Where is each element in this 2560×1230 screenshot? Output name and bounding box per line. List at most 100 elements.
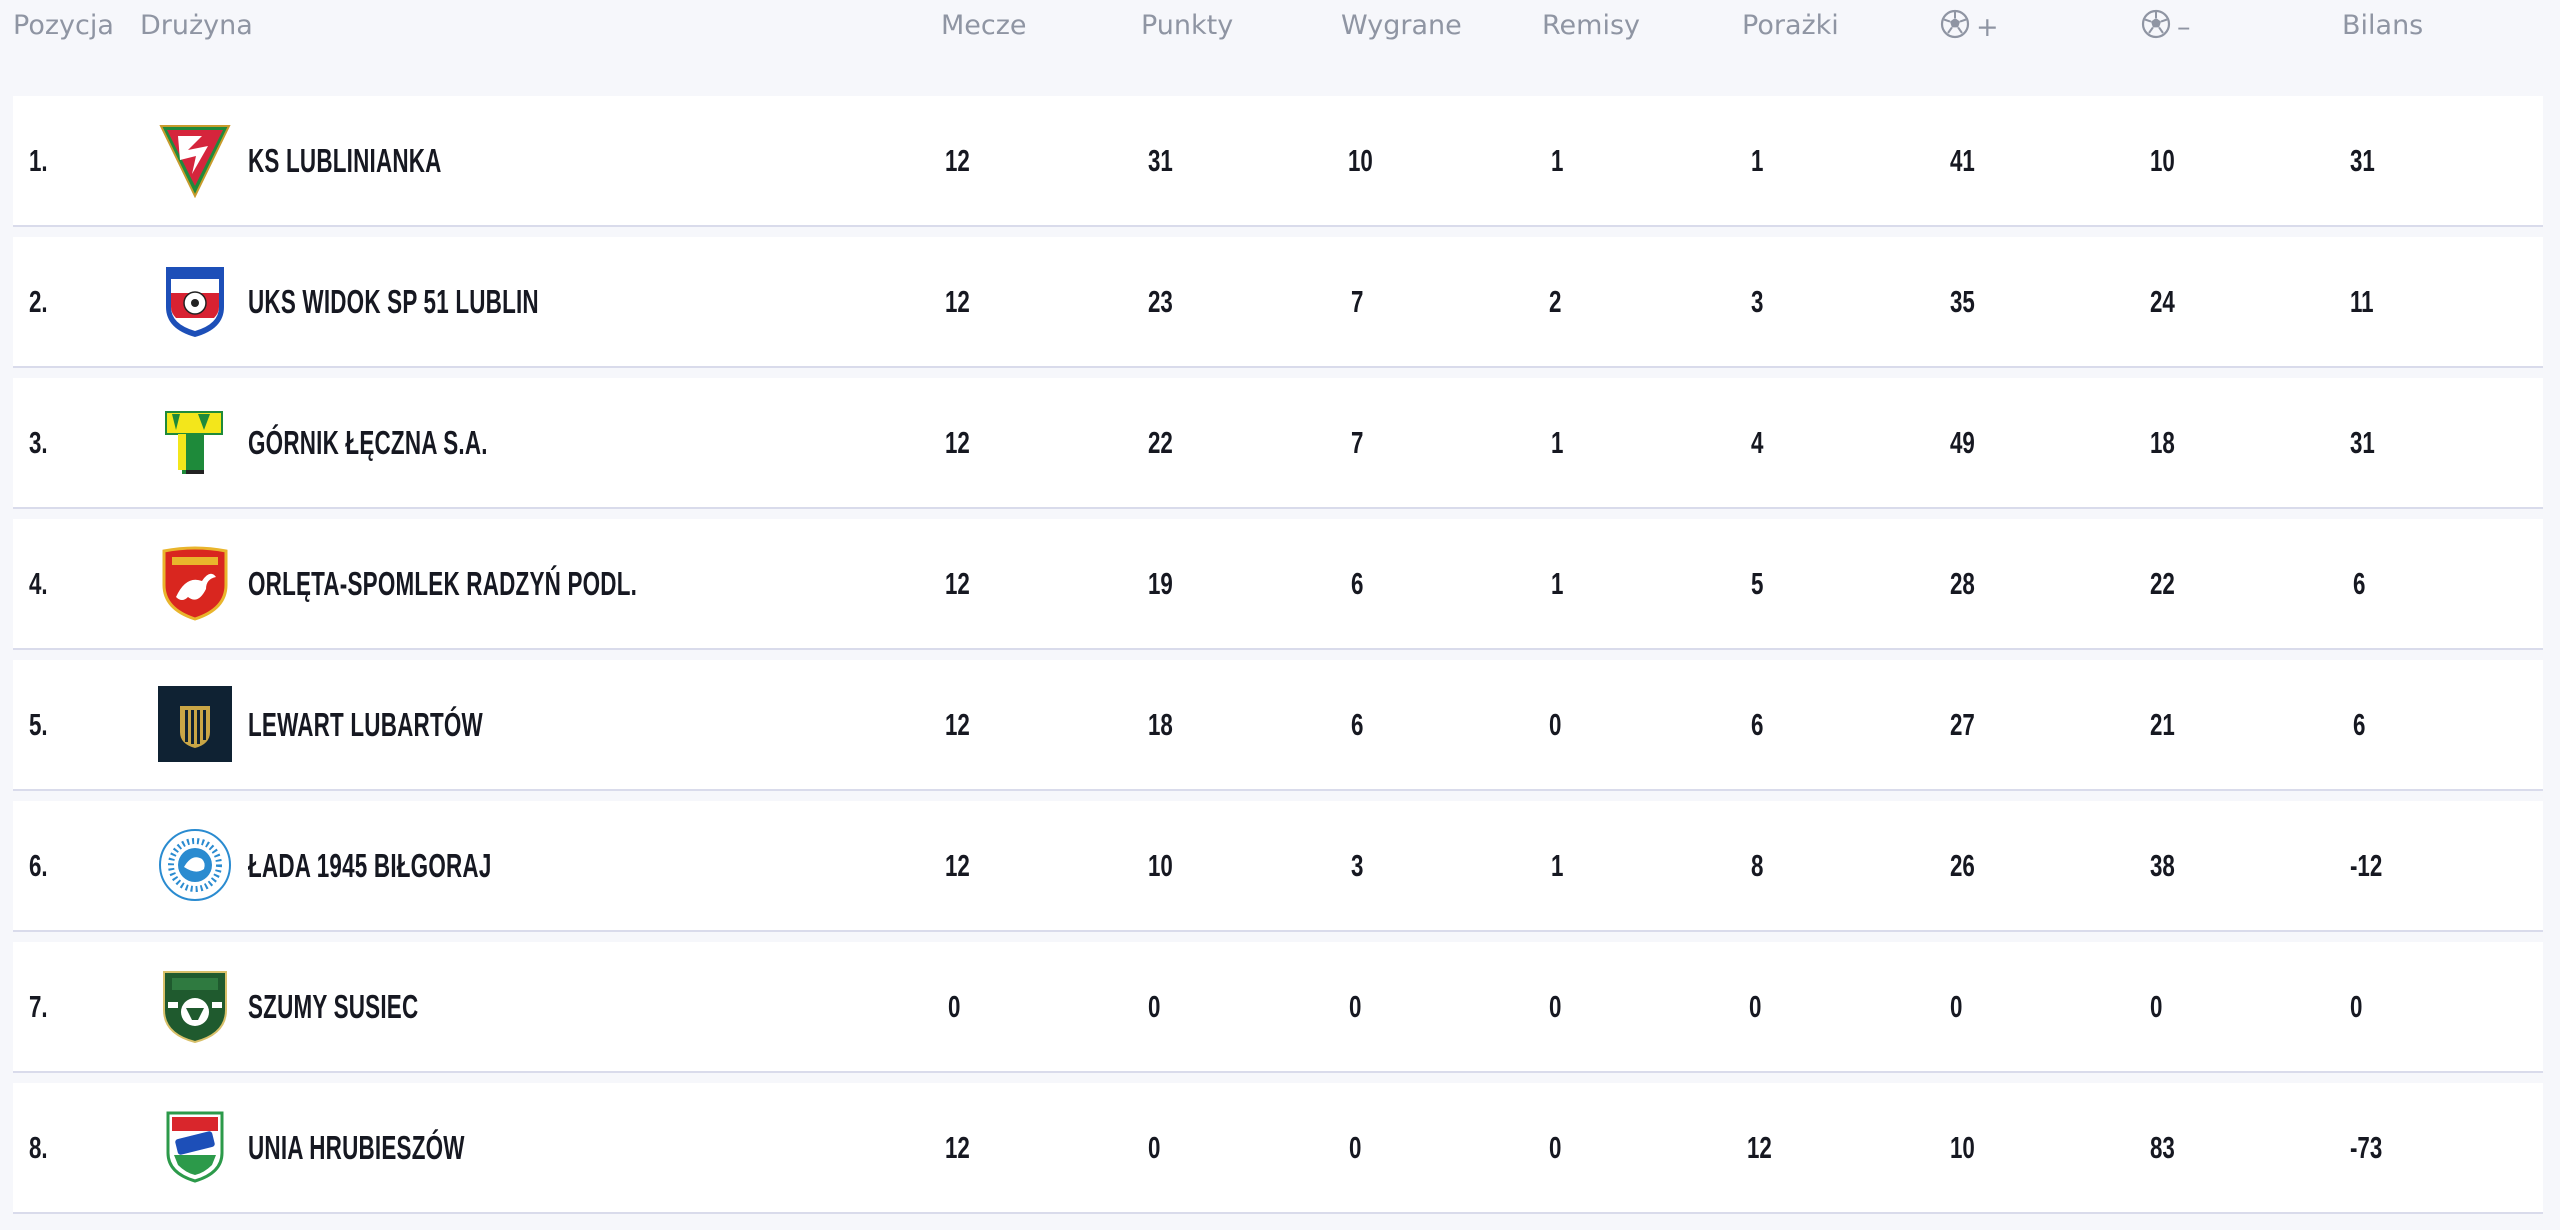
position-cell: 3. [29, 425, 48, 460]
points-cell: 0 [1148, 1130, 1161, 1165]
losses-cell: 6 [1751, 707, 1764, 742]
position-cell: 2. [29, 284, 48, 319]
standings-page: Pozycja Drużyna Mecze Punkty Wygrane Rem… [0, 0, 2560, 1230]
losses-cell: 0 [1749, 989, 1762, 1024]
goals-against-cell: 24 [2150, 284, 2175, 319]
wins-cell: 3 [1351, 848, 1364, 883]
ks-lublinianka-crest-icon [158, 122, 232, 198]
team-name[interactable]: KS LUBLINIANKA [248, 96, 442, 225]
table-row[interactable]: 2. UKS WIDOK SP 51 LUBLIN 12 23 7 2 3 35… [13, 237, 2543, 368]
table-row[interactable]: 6. ŁADA 1945 BIŁGORAJ 12 10 3 1 8 26 38 … [13, 801, 2543, 932]
unia-hrubieszow-crest-icon [158, 1109, 232, 1185]
draws-cell: 0 [1549, 707, 1562, 742]
points-cell: 22 [1148, 425, 1173, 460]
losses-cell: 4 [1751, 425, 1764, 460]
soccer-ball-icon [1940, 9, 1970, 48]
goals-for-cell: 10 [1950, 1130, 1975, 1165]
header-balance: Bilans [2342, 10, 2424, 41]
balance-cell: 31 [2350, 425, 2375, 460]
position-cell: 1. [29, 143, 48, 178]
header-points: Punkty [1141, 10, 1234, 41]
wins-cell: 6 [1351, 707, 1364, 742]
position-cell: 4. [29, 566, 48, 601]
matches-cell: 12 [945, 707, 970, 742]
position-cell: 7. [29, 989, 48, 1024]
goals-against-cell: 22 [2150, 566, 2175, 601]
table-row[interactable]: 5. LEWART LUBARTÓW 12 18 6 0 6 27 21 6 [13, 660, 2543, 791]
losses-cell: 5 [1751, 566, 1764, 601]
balance-cell: 6 [2353, 566, 2366, 601]
draws-cell: 2 [1549, 284, 1562, 319]
draws-cell: 1 [1551, 143, 1564, 178]
soccer-ball-icon [2141, 9, 2171, 48]
team-name[interactable]: UKS WIDOK SP 51 LUBLIN [248, 237, 539, 366]
goals-for-cell: 35 [1950, 284, 1975, 319]
points-cell: 0 [1148, 989, 1161, 1024]
lewart-lubartow-crest-icon [158, 686, 232, 762]
draws-cell: 1 [1551, 848, 1564, 883]
header-team: Drużyna [140, 10, 253, 41]
matches-cell: 12 [945, 425, 970, 460]
uks-widok-crest-icon [158, 263, 232, 339]
table-row[interactable]: 3. GÓRNIK ŁĘCZNA S.A. 12 22 7 1 4 49 18 … [13, 378, 2543, 509]
header-losses: Porażki [1742, 10, 1839, 41]
wins-cell: 7 [1351, 425, 1364, 460]
goals-for-sign: + [1976, 12, 1999, 43]
position-cell: 5. [29, 707, 48, 742]
matches-cell: 0 [948, 989, 961, 1024]
table-row[interactable]: 7. SZUMY SUSIEC 0 0 0 0 0 0 0 0 [13, 942, 2543, 1073]
losses-cell: 3 [1751, 284, 1764, 319]
header-goals-for: + [1940, 9, 1999, 48]
draws-cell: 0 [1549, 1130, 1562, 1165]
table-row[interactable]: 8. UNIA HRUBIESZÓW 12 0 0 0 12 10 83 -73 [13, 1083, 2543, 1214]
team-name[interactable]: ORLĘTA-SPOMLEK RADZYŃ PODL. [248, 519, 637, 648]
lada-bilgoraj-crest-icon [158, 827, 232, 903]
wins-cell: 0 [1349, 989, 1362, 1024]
draws-cell: 1 [1551, 425, 1564, 460]
points-cell: 31 [1148, 143, 1173, 178]
goals-against-cell: 83 [2150, 1130, 2175, 1165]
balance-cell: 11 [2350, 284, 2374, 319]
header-draws: Remisy [1542, 10, 1641, 41]
wins-cell: 0 [1349, 1130, 1362, 1165]
wins-cell: 7 [1351, 284, 1364, 319]
goals-for-cell: 26 [1950, 848, 1975, 883]
points-cell: 18 [1148, 707, 1173, 742]
team-name[interactable]: SZUMY SUSIEC [248, 942, 418, 1071]
header-wins: Wygrane [1341, 10, 1462, 41]
goals-against-cell: 0 [2150, 989, 2163, 1024]
matches-cell: 12 [945, 848, 970, 883]
goals-for-cell: 0 [1950, 989, 1963, 1024]
losses-cell: 8 [1751, 848, 1764, 883]
wins-cell: 10 [1348, 143, 1373, 178]
goals-against-cell: 21 [2150, 707, 2175, 742]
orleta-radzyn-crest-icon [158, 545, 232, 621]
wins-cell: 6 [1351, 566, 1364, 601]
goals-for-cell: 41 [1950, 143, 1975, 178]
balance-cell: -73 [2350, 1130, 2383, 1165]
table-header: Pozycja Drużyna Mecze Punkty Wygrane Rem… [0, 0, 2560, 62]
header-matches: Mecze [941, 10, 1027, 41]
szumy-susiec-crest-icon [158, 968, 232, 1044]
balance-cell: -12 [2350, 848, 2383, 883]
points-cell: 10 [1148, 848, 1173, 883]
matches-cell: 12 [945, 143, 970, 178]
table-row[interactable]: 4. ORLĘTA-SPOMLEK RADZYŃ PODL. 12 19 6 1… [13, 519, 2543, 650]
losses-cell: 12 [1747, 1130, 1772, 1165]
team-name[interactable]: ŁADA 1945 BIŁGORAJ [248, 801, 492, 930]
draws-cell: 1 [1551, 566, 1564, 601]
matches-cell: 12 [945, 1130, 970, 1165]
position-cell: 6. [29, 848, 48, 883]
team-name[interactable]: UNIA HRUBIESZÓW [248, 1083, 465, 1212]
goals-against-sign: – [2177, 12, 2191, 43]
position-cell: 8. [29, 1130, 48, 1165]
matches-cell: 12 [945, 566, 970, 601]
table-row[interactable]: 1. KS LUBLINIANKA 12 31 10 1 1 41 10 31 [13, 96, 2543, 227]
team-name[interactable]: GÓRNIK ŁĘCZNA S.A. [248, 378, 488, 507]
matches-cell: 12 [945, 284, 970, 319]
gornik-leczna-crest-icon [158, 404, 232, 480]
team-name[interactable]: LEWART LUBARTÓW [248, 660, 483, 789]
header-position: Pozycja [13, 10, 114, 41]
goals-against-cell: 10 [2150, 143, 2175, 178]
goals-for-cell: 27 [1950, 707, 1975, 742]
